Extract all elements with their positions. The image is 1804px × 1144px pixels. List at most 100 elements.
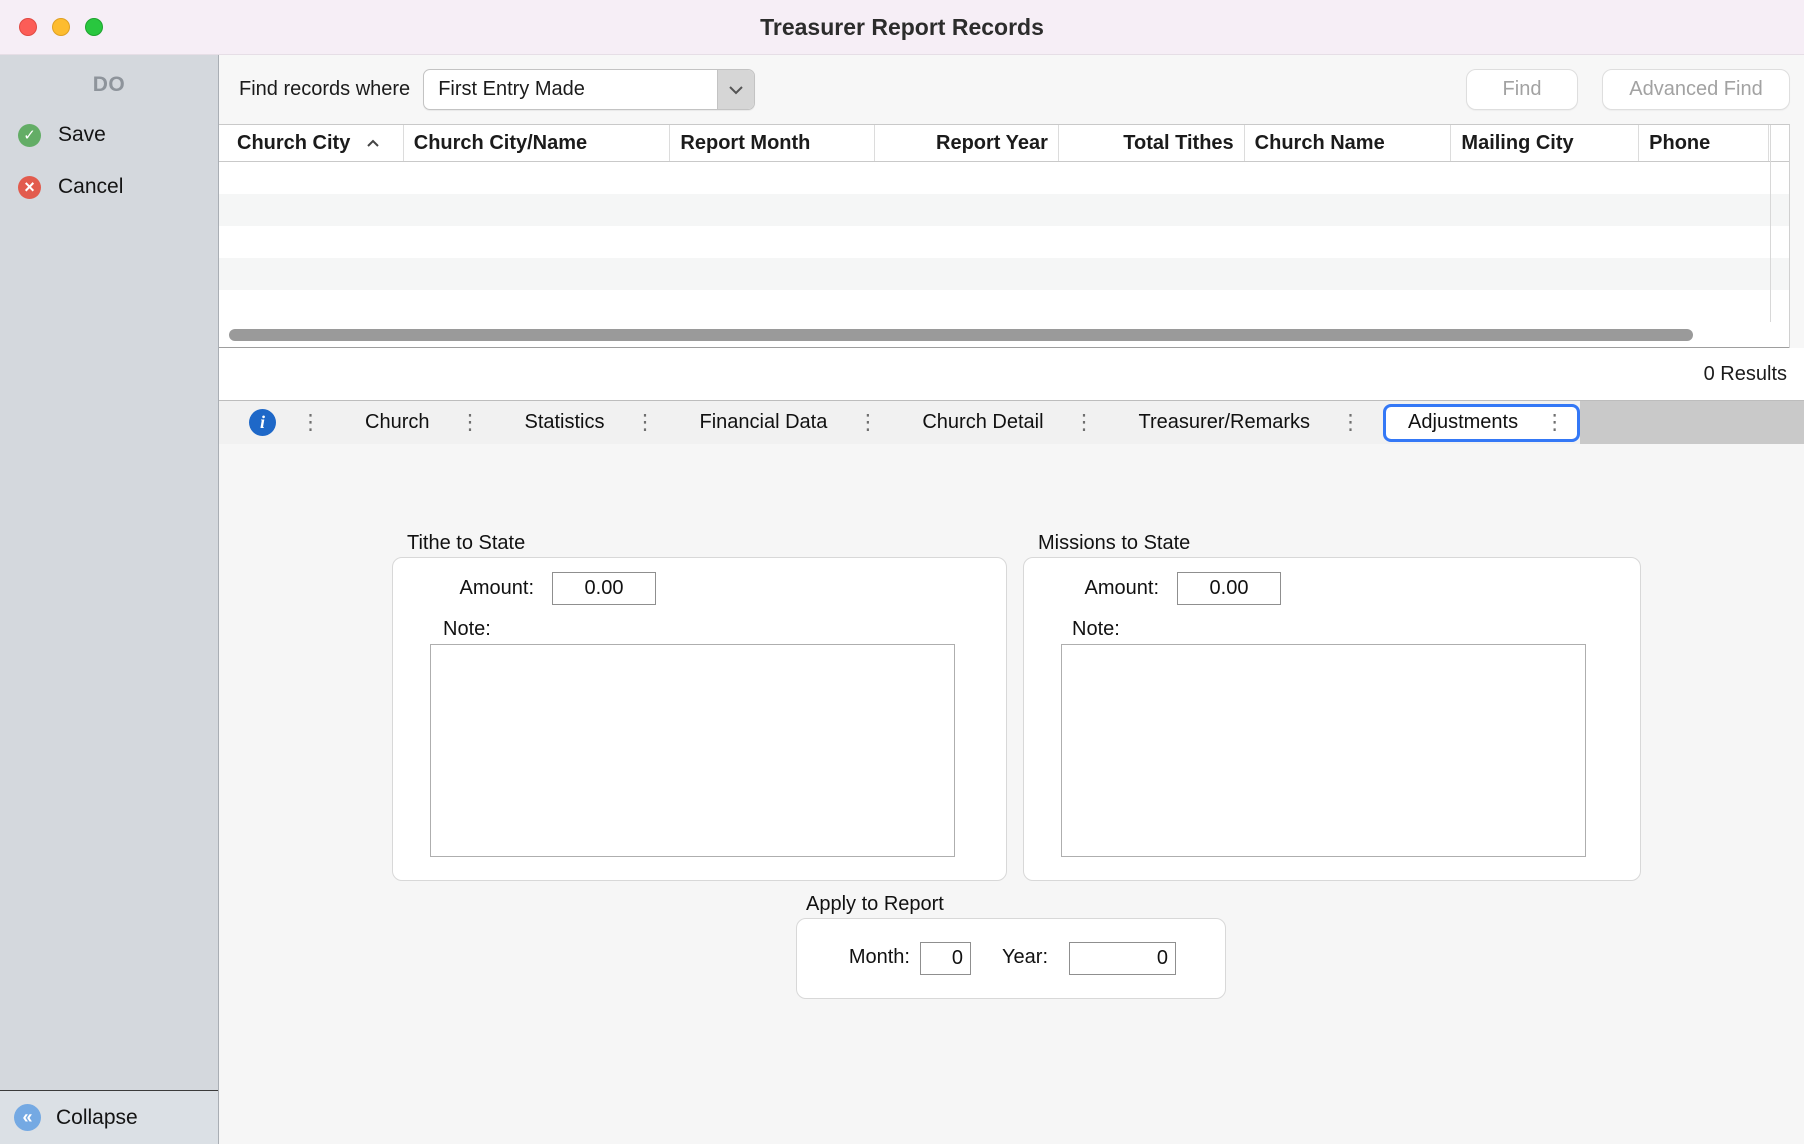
- column-header-label: Church City/Name: [414, 132, 587, 155]
- column-header-label: Report Month: [680, 132, 810, 155]
- group-box: Amount: Note:: [392, 557, 1007, 881]
- sidebar-header: DO: [0, 73, 218, 97]
- find-toolbar: Find records where First Entry Made Find…: [219, 55, 1804, 124]
- column-header-label: Total Tithes: [1123, 132, 1233, 155]
- tab-bar: i ⋮ Church ⋮ Statistics ⋮ Financial Data…: [219, 400, 1804, 444]
- info-icon[interactable]: i: [249, 409, 276, 436]
- note-label: Note:: [1072, 618, 1120, 641]
- collapse-label: Collapse: [56, 1106, 138, 1130]
- group-title: Apply to Report: [806, 893, 1226, 918]
- kebab-menu-icon[interactable]: ⋮: [1340, 412, 1361, 433]
- column-header-label: Report Year: [936, 132, 1048, 155]
- column-header-report-month[interactable]: Report Month: [670, 125, 875, 161]
- collapse-button[interactable]: « Collapse: [0, 1090, 218, 1144]
- column-header-mailing-city[interactable]: Mailing City: [1451, 125, 1639, 161]
- window-controls: [19, 0, 103, 54]
- table-body: [219, 162, 1789, 322]
- month-label: Month:: [797, 946, 910, 969]
- kebab-menu-icon[interactable]: ⋮: [635, 412, 656, 433]
- missions-note-textarea[interactable]: [1061, 644, 1586, 857]
- sort-ascending-icon: [366, 139, 380, 148]
- zoom-window-button[interactable]: [85, 18, 103, 36]
- note-label: Note:: [443, 618, 491, 641]
- table-row: [219, 162, 1789, 194]
- tab-label: Statistics: [524, 411, 604, 434]
- sidebar-item-label: Save: [58, 123, 106, 147]
- tab-statistics[interactable]: Statistics ⋮: [480, 411, 655, 434]
- x-circle-icon: ×: [18, 176, 41, 199]
- tithe-amount-input[interactable]: [552, 572, 656, 605]
- tab-church[interactable]: Church ⋮: [321, 411, 480, 434]
- amount-label: Amount:: [1024, 577, 1159, 600]
- kebab-menu-icon[interactable]: ⋮: [459, 412, 480, 433]
- dropdown-selected-value: First Entry Made: [424, 70, 717, 109]
- sidebar: DO ✓ Save × Cancel « Collapse: [0, 55, 219, 1144]
- amount-label: Amount:: [393, 577, 534, 600]
- window-title: Treasurer Report Records: [760, 14, 1044, 41]
- dropdown-arrow-button[interactable]: [717, 70, 754, 109]
- record-info-chip: i ⋮: [249, 409, 321, 436]
- group-box: Month: Year:: [796, 918, 1226, 999]
- tithe-note-textarea[interactable]: [430, 644, 955, 857]
- search-field-dropdown[interactable]: First Entry Made: [423, 69, 755, 110]
- column-header-label: Church City: [237, 132, 350, 155]
- adjustments-panel: Tithe to State Amount: Note: Missions to…: [219, 444, 1804, 1144]
- tab-adjustments[interactable]: Adjustments ⋮: [1383, 404, 1580, 442]
- sidebar-item-label: Cancel: [58, 175, 123, 199]
- column-header-label: Church Name: [1255, 132, 1385, 155]
- tab-label: Church: [365, 411, 429, 434]
- tab-group: i ⋮ Church ⋮ Statistics ⋮ Financial Data…: [219, 401, 1580, 444]
- kebab-menu-icon[interactable]: ⋮: [857, 412, 878, 433]
- column-header-report-year[interactable]: Report Year: [875, 125, 1059, 161]
- tab-label: Adjustments: [1408, 411, 1518, 434]
- close-window-button[interactable]: [19, 18, 37, 36]
- month-input[interactable]: [920, 942, 971, 975]
- table-row: [219, 258, 1789, 290]
- column-header-phone[interactable]: Phone: [1639, 125, 1769, 161]
- column-header-total-tithes[interactable]: Total Tithes: [1059, 125, 1245, 161]
- tab-label: Church Detail: [922, 411, 1043, 434]
- missions-amount-input[interactable]: [1177, 572, 1281, 605]
- group-apply-to-report: Apply to Report Month: Year:: [796, 893, 1226, 999]
- kebab-menu-icon[interactable]: ⋮: [1074, 412, 1095, 433]
- tab-label: Treasurer/Remarks: [1139, 411, 1311, 434]
- find-records-label: Find records where: [239, 78, 410, 101]
- sidebar-item-cancel[interactable]: × Cancel: [0, 173, 218, 201]
- column-header-filler: [1769, 125, 1789, 161]
- table-row: [219, 226, 1789, 258]
- kebab-menu-icon[interactable]: ⋮: [1544, 412, 1565, 433]
- results-bar: 0 Results: [219, 348, 1804, 400]
- collapse-chevrons-icon: «: [14, 1104, 41, 1131]
- tab-church-detail[interactable]: Church Detail ⋮: [878, 411, 1094, 434]
- column-header-church-city[interactable]: Church City: [219, 125, 404, 161]
- column-header-church-name[interactable]: Church Name: [1245, 125, 1452, 161]
- kebab-menu-icon[interactable]: ⋮: [300, 412, 321, 433]
- minimize-window-button[interactable]: [52, 18, 70, 36]
- find-button[interactable]: Find: [1466, 69, 1578, 110]
- main-panel: Find records where First Entry Made Find…: [219, 55, 1804, 1144]
- tab-financial-data[interactable]: Financial Data ⋮: [656, 411, 879, 434]
- tab-treasurer-remarks[interactable]: Treasurer/Remarks ⋮: [1095, 411, 1362, 434]
- column-header-label: Phone: [1649, 132, 1710, 155]
- horizontal-scrollbar[interactable]: [219, 322, 1789, 348]
- group-missions-to-state: Missions to State Amount: Note:: [1023, 532, 1641, 881]
- year-label: Year:: [977, 946, 1048, 969]
- tab-label: Financial Data: [700, 411, 828, 434]
- group-title: Missions to State: [1038, 532, 1641, 557]
- chevron-down-icon: [728, 85, 744, 95]
- table-header-row: Church City Church City/Name Report Mont…: [219, 125, 1789, 162]
- advanced-find-button[interactable]: Advanced Find: [1602, 69, 1790, 110]
- results-count: 0 Results: [1704, 363, 1787, 386]
- sidebar-item-save[interactable]: ✓ Save: [0, 121, 218, 149]
- column-header-label: Mailing City: [1461, 132, 1573, 155]
- records-table: Church City Church City/Name Report Mont…: [219, 124, 1790, 348]
- scrollbar-thumb[interactable]: [229, 329, 1693, 341]
- table-row: [219, 194, 1789, 226]
- tab-bar-filler: [1580, 401, 1804, 444]
- group-tithe-to-state: Tithe to State Amount: Note:: [392, 532, 1007, 881]
- year-input[interactable]: [1069, 942, 1176, 975]
- group-box: Amount: Note:: [1023, 557, 1641, 881]
- title-bar: Treasurer Report Records: [0, 0, 1804, 55]
- column-header-church-city-name[interactable]: Church City/Name: [404, 125, 671, 161]
- check-circle-icon: ✓: [18, 124, 41, 147]
